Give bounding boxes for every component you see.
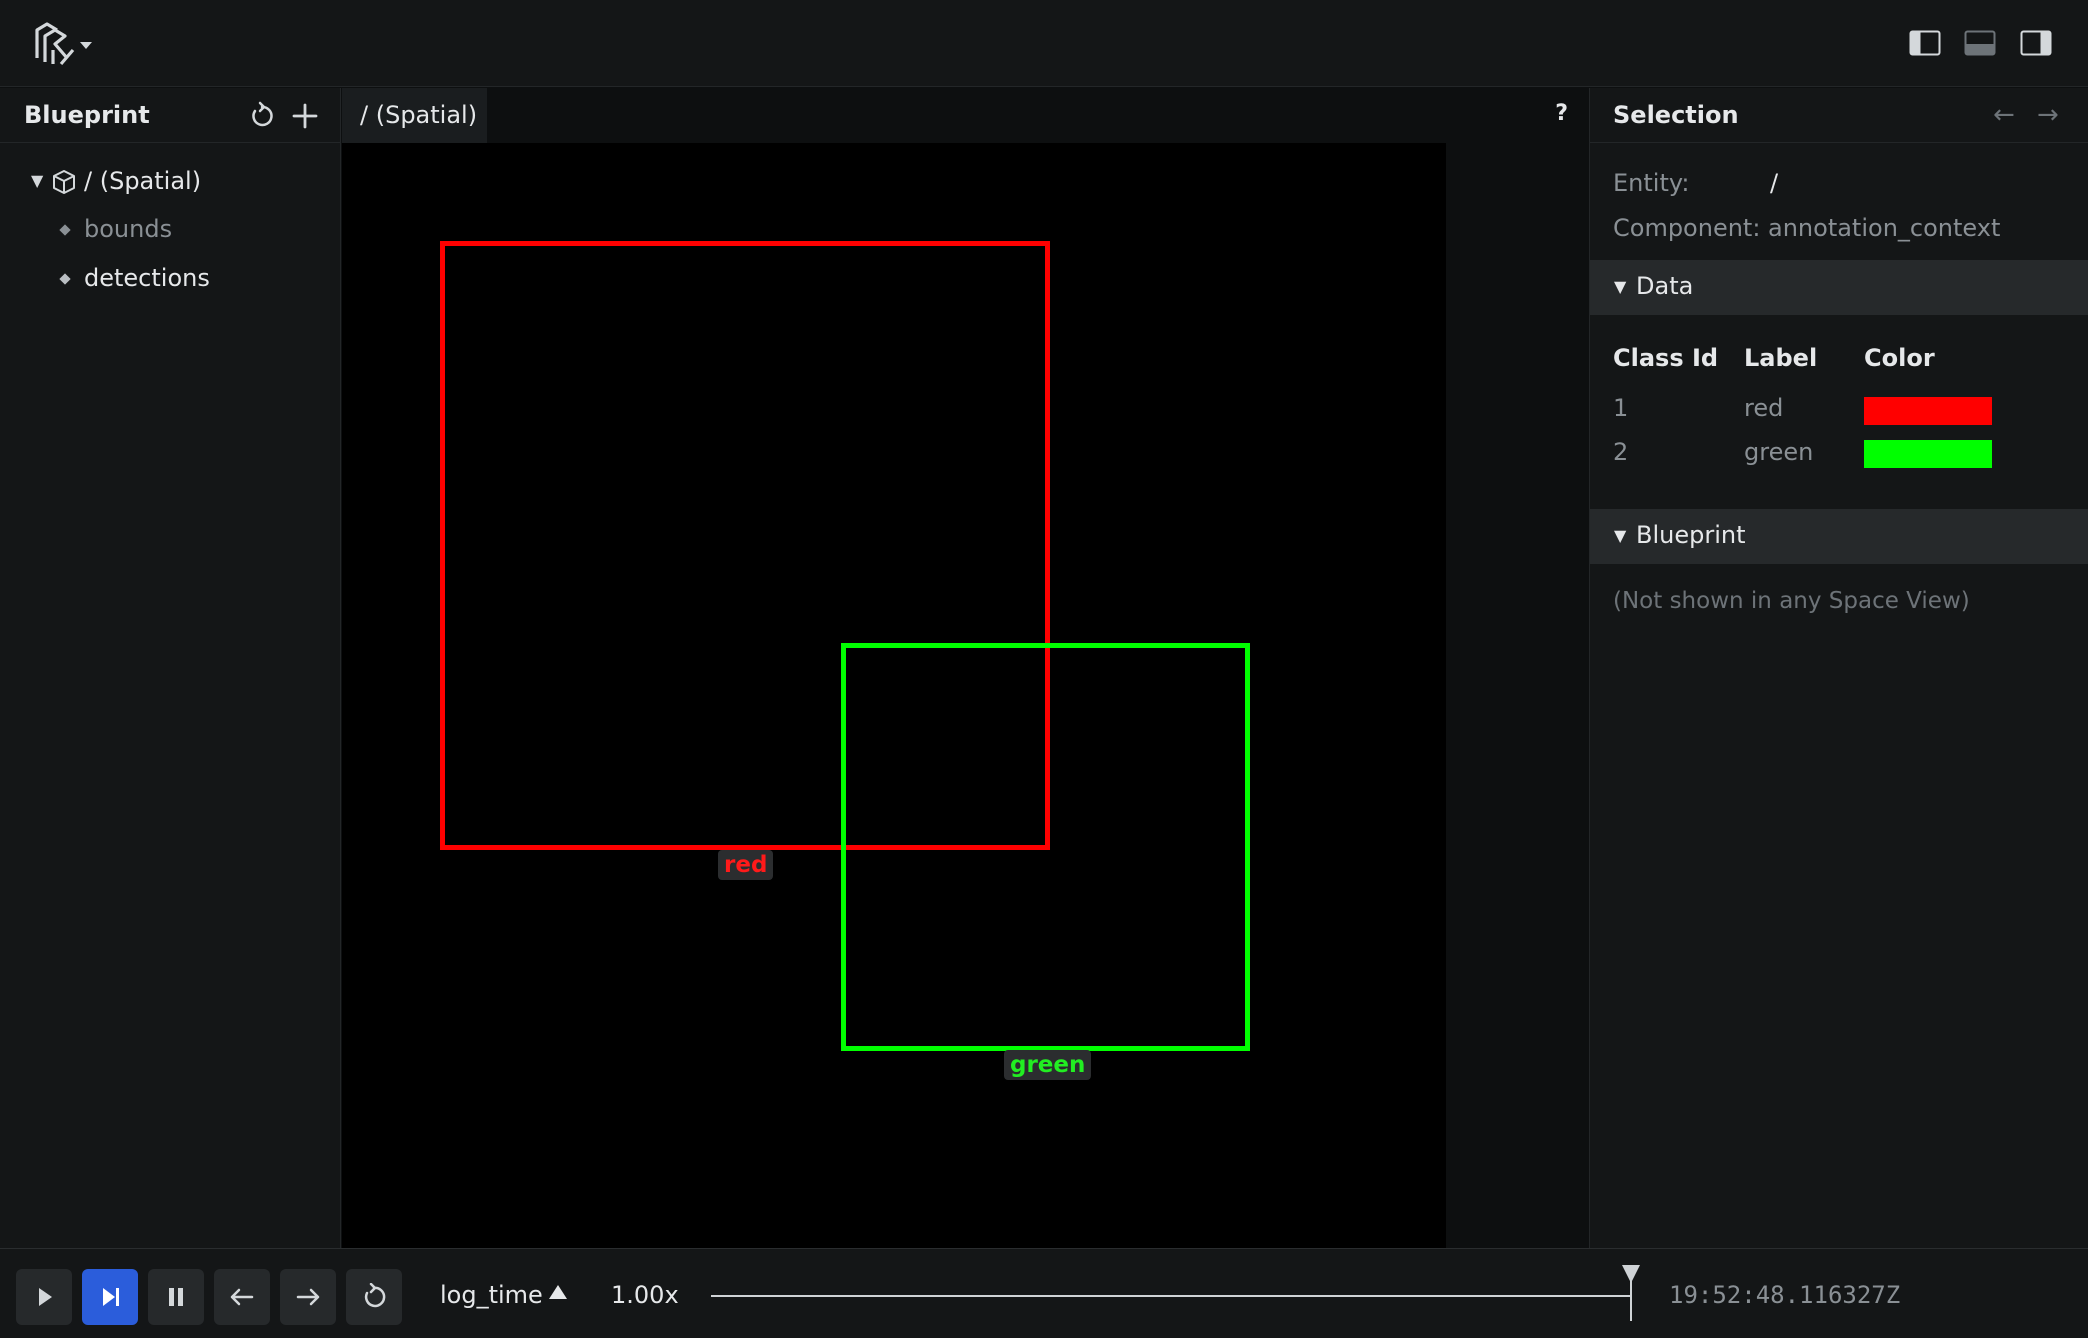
- component-key: Component:: [1613, 214, 1761, 242]
- collapse-triangle-icon: ▼: [1614, 277, 1627, 296]
- data-section-header[interactable]: ▼ Data: [1590, 260, 2088, 315]
- selection-title: Selection: [1613, 101, 1739, 129]
- step-button[interactable]: [82, 1269, 138, 1325]
- blueprint-section-title: Blueprint: [1636, 521, 1746, 549]
- reset-icon[interactable]: [247, 101, 277, 131]
- tree-item-label: bounds: [84, 215, 173, 243]
- playback-speed[interactable]: 1.00x: [611, 1281, 679, 1309]
- class-id-cell: 2: [1613, 438, 1629, 466]
- pause-icon: [169, 1288, 183, 1306]
- tree-item-detections[interactable]: detections: [0, 257, 341, 301]
- time-panel: log_time 1.00x 19:52:48.116327Z: [0, 1248, 2088, 1338]
- play-button[interactable]: [16, 1269, 72, 1325]
- column-header-class-id: Class Id: [1613, 344, 1719, 372]
- step-forward-button[interactable]: [280, 1269, 336, 1325]
- selection-panel: Selection ← → Entity: / Component: annot…: [1589, 88, 2088, 1248]
- caret-up-icon[interactable]: [549, 1285, 567, 1299]
- plus-icon[interactable]: [290, 101, 320, 131]
- arrow-left-icon[interactable]: ←: [1993, 100, 2015, 130]
- rerun-logo-menu[interactable]: [33, 20, 95, 70]
- column-header-label: Label: [1744, 344, 1818, 372]
- left-panel-toggle-button[interactable]: [1909, 30, 1941, 56]
- step-icon: [103, 1288, 119, 1306]
- blueprint-section-header[interactable]: ▼ Blueprint: [1590, 509, 2088, 564]
- component-value: annotation_context: [1768, 214, 2001, 242]
- viewport-gutter: [1446, 143, 1588, 1248]
- tree-item-bounds[interactable]: bounds: [0, 208, 341, 252]
- arrow-right-icon[interactable]: →: [2037, 100, 2059, 130]
- help-button[interactable]: ?: [1555, 101, 1568, 126]
- class-id-cell: 1: [1613, 394, 1629, 422]
- current-time: 19:52:48.116327Z: [1669, 1281, 1901, 1309]
- tab-spatial[interactable]: / (Spatial): [342, 88, 487, 143]
- collapse-triangle-icon[interactable]: ▼: [31, 171, 43, 190]
- spatial-viewport[interactable]: red green: [342, 143, 1446, 1248]
- rerun-logo-icon: [35, 22, 92, 66]
- blueprint-header: Blueprint: [0, 88, 341, 143]
- play-icon: [39, 1288, 52, 1306]
- label-cell: red: [1744, 394, 1784, 422]
- tree-item-spatial[interactable]: ▼ / (Spatial): [0, 160, 341, 204]
- right-panel-toggle-icon: [2020, 30, 2052, 56]
- color-swatch-red: [1864, 397, 1992, 425]
- entity-key: Entity:: [1613, 169, 1690, 197]
- color-swatch-green: [1864, 440, 1992, 468]
- pause-button[interactable]: [148, 1269, 204, 1325]
- collapse-triangle-icon: ▼: [1614, 526, 1627, 545]
- top-bar: [0, 0, 2088, 87]
- arrow-right-icon: [296, 1288, 320, 1306]
- timeline-track[interactable]: [711, 1295, 1632, 1297]
- step-back-button[interactable]: [214, 1269, 270, 1325]
- left-panel-toggle-icon: [1909, 30, 1941, 56]
- entity-value[interactable]: /: [1770, 169, 1778, 197]
- bounding-box-label-green: green: [1004, 1050, 1092, 1080]
- timeline-selector[interactable]: log_time: [440, 1281, 543, 1309]
- bounding-box-green[interactable]: [841, 643, 1250, 1051]
- entity-dot-icon: [59, 224, 71, 236]
- column-header-color: Color: [1864, 344, 1935, 372]
- entity-dot-icon: [59, 273, 71, 285]
- tab-label: / (Spatial): [360, 101, 478, 129]
- selection-header: Selection ← →: [1590, 88, 2088, 143]
- bottom-panel-toggle-icon: [1964, 30, 1996, 56]
- bottom-panel-toggle-button[interactable]: [1964, 30, 1996, 56]
- blueprint-note: (Not shown in any Space View): [1613, 588, 1970, 614]
- playhead-handle-icon[interactable]: [1622, 1265, 1640, 1283]
- loop-button[interactable]: [346, 1269, 402, 1325]
- view-tab-bar: / (Spatial) ?: [342, 88, 1588, 143]
- label-cell: green: [1744, 438, 1814, 466]
- tree-item-label: / (Spatial): [84, 167, 202, 195]
- cube-icon: [51, 169, 77, 195]
- loop-icon: [364, 1283, 386, 1308]
- tree-item-label: detections: [84, 264, 210, 292]
- bounding-box-label-red: red: [718, 850, 774, 880]
- arrow-left-icon: [230, 1288, 254, 1306]
- blueprint-panel: Blueprint ▼ / (Spatial) bounds detection…: [0, 88, 341, 1248]
- right-panel-toggle-button[interactable]: [2020, 30, 2052, 56]
- blueprint-title: Blueprint: [24, 101, 150, 129]
- data-section-title: Data: [1636, 272, 1694, 300]
